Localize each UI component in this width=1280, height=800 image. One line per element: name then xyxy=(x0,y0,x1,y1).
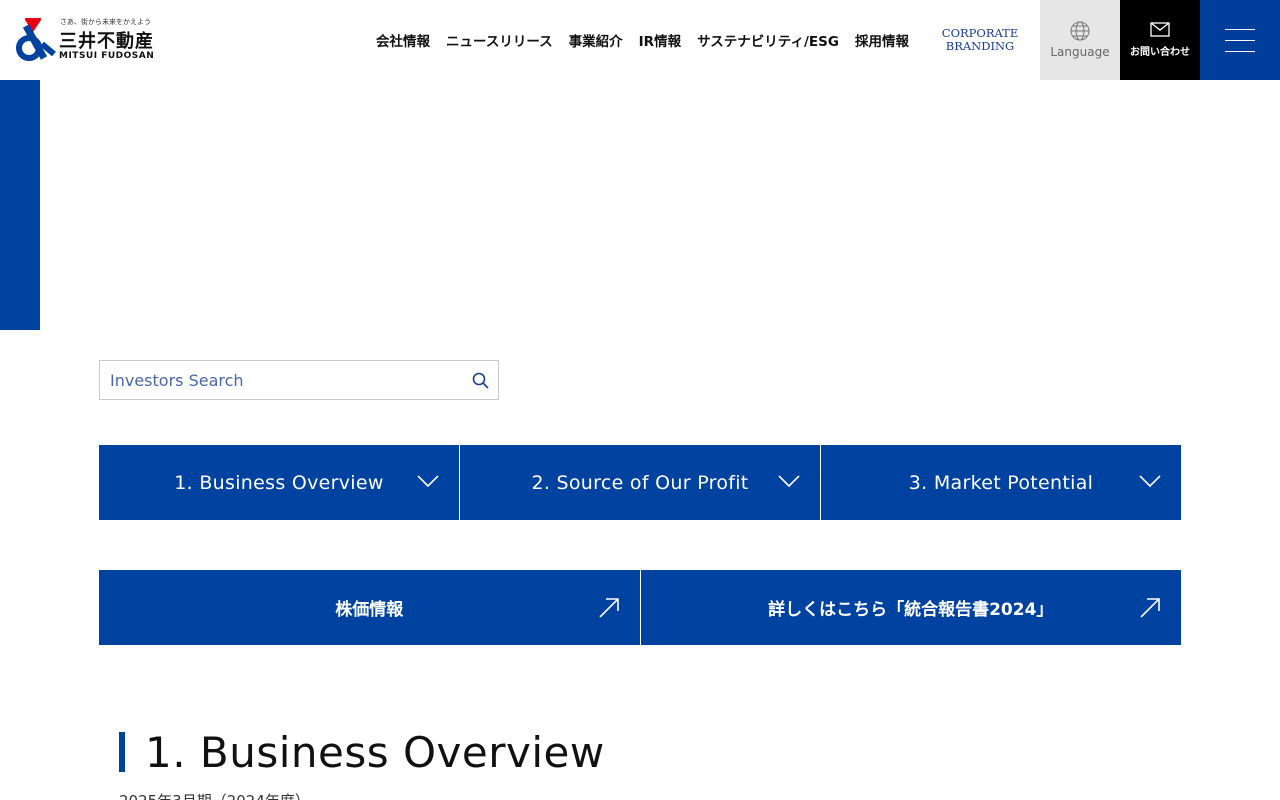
global-nav: 会社情報 ニュースリリース 事業紹介 IR情報 サステナビリティ/ESG 採用情… xyxy=(376,0,909,80)
link-label: 株価情報 xyxy=(335,600,404,620)
menu-line-icon xyxy=(1225,40,1255,41)
mail-icon xyxy=(1150,22,1170,37)
investors-search-box xyxy=(99,360,499,400)
language-button[interactable]: Language xyxy=(1040,0,1120,80)
ampersand-logo-icon xyxy=(16,18,56,61)
language-label: Language xyxy=(1050,45,1110,59)
external-arrow-icon xyxy=(598,598,619,618)
branding-line-2: BRANDING xyxy=(945,39,1015,53)
nav-business[interactable]: 事業紹介 xyxy=(569,30,623,50)
mitsui-fudosan-logo[interactable]: さあ、街から未来をかえよう 三井不動産 MITSUI FUDOSAN xyxy=(16,16,156,64)
investors-search-input[interactable] xyxy=(110,369,460,391)
nav-sustainability[interactable]: サステナビリティ/ESG xyxy=(697,30,839,50)
nav-company-info[interactable]: 会社情報 xyxy=(376,30,430,50)
chevron-down-icon xyxy=(778,475,800,488)
section-heading: 1. Business Overview xyxy=(119,727,605,777)
tab-source-of-profit[interactable]: 2. Source of Our Profit xyxy=(460,445,820,520)
stock-info-button[interactable]: 株価情報 xyxy=(99,570,640,645)
page-title: 1. Business Overview xyxy=(145,727,605,777)
section-tabs: 1. Business Overview 2. Source of Our Pr… xyxy=(99,445,1181,520)
tab-market-potential[interactable]: 3. Market Potential xyxy=(821,445,1181,520)
tab-label: 2. Source of Our Profit xyxy=(531,471,749,494)
logo-name-en: MITSUI FUDOSAN xyxy=(59,51,155,61)
hamburger-menu-button[interactable] xyxy=(1200,0,1280,80)
integrated-report-button[interactable]: 詳しくはこちら「統合報告書2024」 xyxy=(640,570,1181,645)
nav-recruit[interactable]: 採用情報 xyxy=(855,30,909,50)
logo-name-jp: 三井不動産 xyxy=(59,31,154,52)
external-arrow-icon xyxy=(1140,598,1160,618)
heading-accent-bar xyxy=(119,732,125,772)
chevron-down-icon xyxy=(417,475,439,488)
logo-tagline: さあ、街から未来をかえよう xyxy=(60,18,151,26)
contact-label: お問い合わせ xyxy=(1130,47,1190,58)
external-link-buttons: 株価情報 詳しくはこちら「統合報告書2024」 xyxy=(99,570,1181,645)
tab-business-overview[interactable]: 1. Business Overview xyxy=(99,445,459,520)
link-label: 詳しくはこちら「統合報告書2024」 xyxy=(768,600,1054,620)
nav-ir[interactable]: IR情報 xyxy=(639,30,681,50)
fiscal-period-label: 2025年3月期（2024年度） xyxy=(119,790,310,800)
side-accent-bar xyxy=(0,80,40,330)
search-icon[interactable] xyxy=(472,372,489,393)
tab-label: 1. Business Overview xyxy=(174,471,384,494)
globe-icon xyxy=(1070,21,1090,41)
site-header: さあ、街から未来をかえよう 三井不動産 MITSUI FUDOSAN 会社情報 … xyxy=(0,0,1280,80)
nav-news-release[interactable]: ニュースリリース xyxy=(446,30,553,50)
menu-line-icon xyxy=(1225,29,1255,30)
menu-line-icon xyxy=(1225,51,1255,52)
chevron-down-icon xyxy=(1139,475,1161,488)
contact-button[interactable]: お問い合わせ xyxy=(1120,0,1200,80)
tab-label: 3. Market Potential xyxy=(908,471,1094,494)
corporate-branding-link[interactable]: CORPORATE BRANDING xyxy=(936,27,1024,53)
